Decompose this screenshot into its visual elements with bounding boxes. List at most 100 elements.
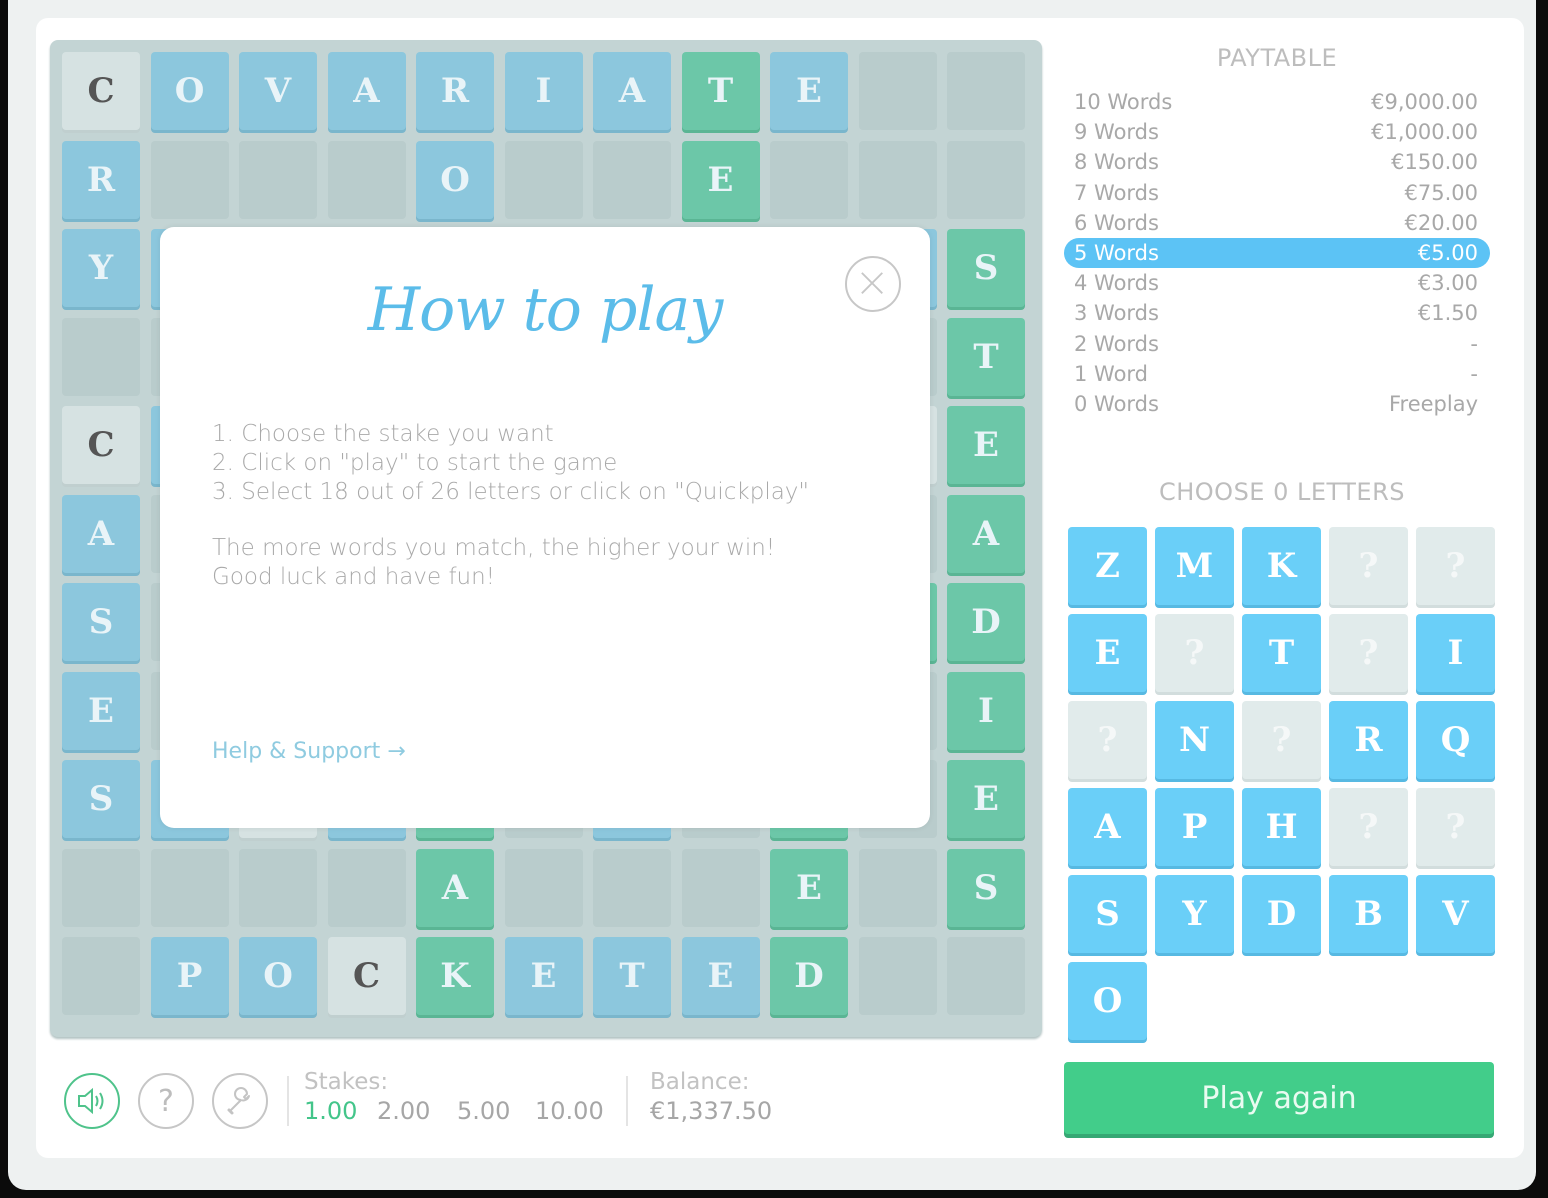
paytable-words: 10 Words (1074, 90, 1173, 115)
paytable-prize: Freeplay (1388, 391, 1478, 416)
board-tile: P (150, 937, 229, 1015)
paytable-row: 8 Words €150.00 (1064, 147, 1490, 177)
paytable-prize: €1.50 (1417, 301, 1478, 326)
letter-tile[interactable]: R (1329, 701, 1408, 779)
stake-option[interactable]: 5.00 (457, 1097, 510, 1125)
letter-tile[interactable]: M (1155, 527, 1234, 605)
paytable-row: 1 Word - (1064, 359, 1490, 389)
board-tile: K (416, 937, 494, 1015)
letter-tile-hidden[interactable]: ? (1329, 788, 1408, 866)
paytable-prize: - (1470, 331, 1478, 356)
paytable-prize: €75.00 (1404, 180, 1478, 205)
board-tile: I (504, 52, 583, 130)
paytable-prize: €150.00 (1391, 150, 1478, 175)
letter-tile[interactable]: O (1068, 962, 1147, 1040)
board-tile: E (681, 140, 760, 219)
settings-button[interactable] (212, 1073, 268, 1129)
board-cell-empty (150, 848, 229, 927)
letter-tile[interactable]: P (1155, 788, 1234, 866)
letter-tile[interactable]: Q (1416, 701, 1495, 779)
letter-tile[interactable]: Y (1155, 875, 1234, 953)
board-cell-empty (947, 140, 1025, 219)
letter-tile-hidden[interactable]: ? (1416, 788, 1495, 866)
board-tile: E (947, 406, 1025, 484)
board-tile: T (681, 52, 760, 130)
letter-tile-hidden[interactable]: ? (1416, 527, 1495, 605)
board-cell-empty (858, 52, 937, 130)
board-tile: E (681, 937, 760, 1015)
modal-title: How to play (367, 275, 723, 345)
board-tile: R (62, 140, 140, 219)
board-cell-empty (593, 848, 671, 927)
board-tile: S (62, 583, 140, 661)
board-cell-empty (504, 848, 583, 927)
paytable-row: 6 Words €20.00 (1064, 208, 1490, 238)
board-tile: O (150, 52, 229, 130)
paytable-words: 8 Words (1074, 150, 1159, 175)
letter-tile-hidden[interactable]: ? (1155, 614, 1234, 692)
board-cell-empty (593, 140, 671, 219)
board-cell-empty (239, 140, 317, 219)
letter-tile-hidden[interactable]: ? (1329, 527, 1408, 605)
paytable-row: 9 Words €1,000.00 (1064, 117, 1490, 147)
letter-tile[interactable]: Z (1068, 527, 1147, 605)
letter-tile[interactable]: K (1242, 527, 1321, 605)
board-tile: V (239, 52, 317, 130)
board-cell-empty (858, 140, 937, 219)
stake-option[interactable]: 10.00 (535, 1097, 604, 1125)
board-tile: A (947, 494, 1025, 573)
paytable-row: 10 Words €9,000.00 (1064, 87, 1490, 117)
board-tile: T (593, 937, 671, 1015)
paytable-words: 5 Words (1074, 241, 1159, 266)
help-support-link[interactable]: Help & Support → (212, 739, 406, 764)
letter-tile[interactable]: E (1068, 614, 1147, 692)
board-tile: T (947, 317, 1025, 396)
balance-label: Balance: (650, 1069, 750, 1095)
letter-tile-hidden[interactable]: ? (1068, 701, 1147, 779)
help-button[interactable]: ? (138, 1073, 194, 1129)
play-again-button[interactable]: Play again (1064, 1062, 1494, 1134)
letter-tile[interactable]: B (1329, 875, 1408, 953)
board-cell-empty (681, 848, 760, 927)
instruction-step: 3. Select 18 out of 26 letters or click … (212, 479, 810, 505)
wrench-icon (227, 1087, 250, 1115)
letter-tile[interactable]: H (1242, 788, 1321, 866)
letter-tile[interactable]: S (1068, 875, 1147, 953)
letter-tile[interactable]: I (1416, 614, 1495, 692)
letter-picker: Z M K?? E? T? I? N? R Q A P H?? S Y D B V O (1068, 527, 1498, 1047)
letter-tile[interactable]: N (1155, 701, 1234, 779)
board-tile: A (416, 848, 494, 927)
paytable-row: 3 Words €1.50 (1064, 298, 1490, 328)
board-tile: C (62, 52, 140, 130)
letter-tile-hidden[interactable]: ? (1242, 701, 1321, 779)
paytable-row: 2 Words - (1064, 329, 1490, 359)
sound-toggle-button[interactable] (64, 1073, 120, 1129)
board-tile: Y (62, 229, 140, 307)
board-tile: E (770, 848, 848, 927)
board-cell-empty (858, 848, 937, 927)
stake-option[interactable]: 1.00 (304, 1097, 357, 1125)
letter-tile[interactable]: D (1242, 875, 1321, 953)
paytable-words: 4 Words (1074, 271, 1159, 296)
board-cell-empty (62, 937, 140, 1015)
board-cell-empty (858, 937, 937, 1015)
paytable-prize: €20.00 (1404, 210, 1478, 235)
board-tile: C (327, 937, 406, 1015)
paytable-words: 1 Word (1074, 361, 1149, 386)
paytable: 10 Words €9,000.00 9 Words €1,000.00 8 Words… (1064, 87, 1490, 419)
paytable-words: 2 Words (1074, 331, 1159, 356)
stake-option[interactable]: 2.00 (377, 1097, 430, 1125)
board-cell-empty (239, 848, 317, 927)
letter-tile[interactable]: V (1416, 875, 1495, 953)
board-tile: S (62, 760, 140, 838)
how-to-play-modal: How to play 1. Choose the stake you want… (160, 227, 930, 828)
letter-tile[interactable]: A (1068, 788, 1147, 866)
board-tile: E (947, 760, 1025, 838)
board-tile: S (947, 229, 1025, 307)
letter-tile[interactable]: T (1242, 614, 1321, 692)
board-tile: A (593, 52, 671, 130)
letter-tile-hidden[interactable]: ? (1329, 614, 1408, 692)
paytable-row: 7 Words €75.00 (1064, 178, 1490, 208)
board-tile: O (239, 937, 317, 1015)
speaker-icon (78, 1087, 104, 1115)
